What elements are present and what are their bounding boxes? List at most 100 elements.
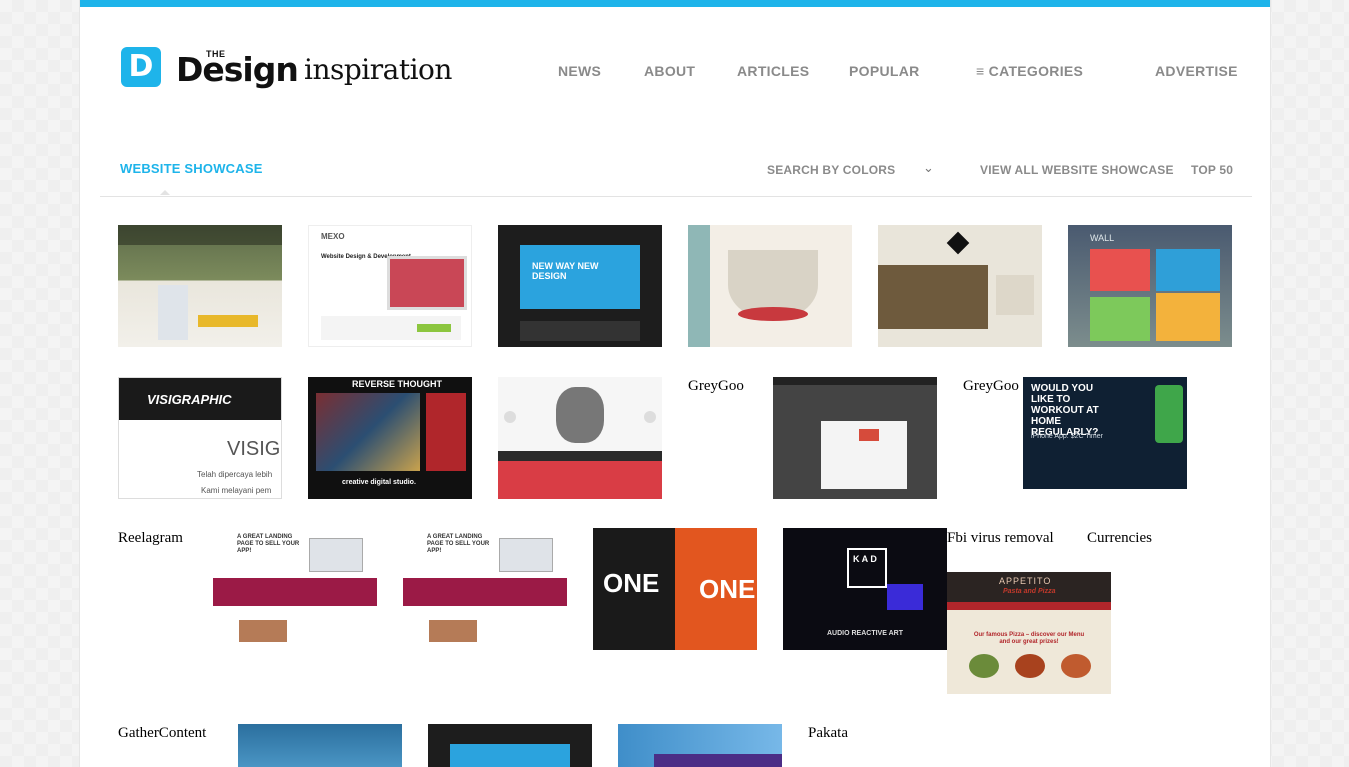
nav-about[interactable]: ABOUT — [644, 63, 695, 79]
thumb-shape — [996, 275, 1034, 315]
showcase-thumb-landing-1[interactable]: A GREAT LANDING PAGE TO SELL YOUR APP! — [213, 528, 377, 650]
thumb-text: Telah dipercaya lebih — [197, 470, 273, 479]
thumb-shape — [1015, 654, 1045, 678]
slider-prev-icon — [504, 411, 516, 423]
showcase-thumb-gathercontent[interactable] — [238, 724, 402, 767]
top-accent-bar — [80, 0, 1270, 7]
thumb-shape — [878, 265, 988, 329]
thumb-shape — [213, 578, 377, 606]
broken-image-label[interactable]: Fbi virus removal — [947, 530, 1054, 547]
thumb-text: WOULD YOU LIKE TO WORKOUT AT HOME REGULA… — [1031, 383, 1099, 438]
showcase-thumb-feel-good[interactable] — [618, 724, 782, 767]
nav-news[interactable]: NEWS — [558, 63, 601, 79]
showcase-thumb-landing-2[interactable]: A GREAT LANDING PAGE TO SELL YOUR APP! — [403, 528, 567, 650]
nav-advertise[interactable]: ADVERTISE — [1155, 63, 1238, 79]
thumb-shape — [239, 620, 287, 642]
thumb-shape — [316, 393, 420, 471]
thumb-shape — [773, 377, 937, 385]
view-all-showcase-link[interactable]: VIEW ALL WEBSITE SHOWCASE — [980, 163, 1174, 177]
showcase-thumb-mexo[interactable]: MEXO Website Design & Development — [308, 225, 472, 347]
broken-image-label[interactable]: Reelagram — [118, 530, 183, 547]
broken-image-label[interactable]: GatherContent — [118, 725, 206, 742]
thumb-shape — [1156, 293, 1220, 341]
thumb-shape — [387, 256, 467, 310]
showcase-thumb-one[interactable]: ONE ONE — [593, 528, 757, 650]
thumb-shape — [198, 315, 258, 327]
thumb-shape — [1023, 489, 1187, 499]
thumb-text: ONE — [603, 568, 660, 598]
thumb-shape — [498, 451, 662, 461]
showcase-subnav: WEBSITE SHOWCASE SEARCH BY COLORS ⌄ VIEW… — [100, 150, 1252, 197]
thumb-shape — [1156, 249, 1220, 291]
thumb-shape — [969, 654, 999, 678]
thumb-shape — [738, 307, 808, 321]
thumb-text: APPETITO — [999, 576, 1052, 586]
broken-image-label[interactable]: GreyGoo — [688, 378, 744, 395]
thumb-text: Kami melayani pem — [201, 486, 272, 495]
showcase-thumb-workout[interactable]: WOULD YOU LIKE TO WORKOUT AT HOME REGULA… — [1023, 377, 1187, 499]
thumb-text: A GREAT LANDING PAGE TO SELL YOUR APP! — [427, 534, 490, 554]
thumb-text: MEXO — [321, 232, 345, 241]
top-50-link[interactable]: TOP 50 — [1191, 163, 1233, 177]
showcase-thumb-visigraphic[interactable]: VISIGRAPHIC VISIGR Telah dipercaya lebih… — [118, 377, 282, 499]
thumb-text: A GREAT LANDING PAGE TO SELL YOUR APP! — [237, 534, 300, 554]
thumb-shape — [417, 324, 451, 332]
thumb-shape — [556, 387, 604, 443]
thumb-text: Pasta and Pizza — [1003, 588, 1056, 595]
logo-design: Design — [176, 50, 299, 89]
thumb-shape — [1090, 297, 1150, 341]
showcase-thumb-dark-office[interactable] — [773, 377, 937, 499]
thumb-shape — [498, 461, 662, 499]
nav-categories[interactable]: ≡ CATEGORIES — [976, 63, 1083, 79]
thumb-shape — [158, 285, 188, 340]
thumb-text: VISIGRAPHIC — [147, 392, 232, 407]
showcase-thumb-wall[interactable]: WALL — [1068, 225, 1232, 347]
thumb-shape — [450, 744, 570, 767]
showcase-thumb-character[interactable] — [498, 377, 662, 499]
thumb-text: Our famous Pizza – discover our Menu and… — [973, 632, 1085, 645]
slider-next-icon — [644, 411, 656, 423]
thumb-shape — [947, 602, 1111, 610]
showcase-thumb-kymbo-2[interactable] — [428, 724, 592, 767]
section-title: WEBSITE SHOWCASE — [120, 161, 263, 176]
broken-image-label[interactable]: Currencies — [1087, 530, 1152, 547]
thumb-shape — [309, 538, 363, 572]
thumb-shape — [1090, 249, 1150, 291]
nav-popular[interactable]: POPULAR — [849, 63, 920, 79]
showcase-thumb-kymbo[interactable]: NEW WAY NEW DESIGN — [498, 225, 662, 347]
chevron-down-icon[interactable]: ⌄ — [923, 160, 934, 176]
logo-d-icon: D — [121, 47, 161, 87]
thumb-shape — [426, 393, 466, 471]
thumb-text: VISIGR — [227, 438, 281, 460]
thumb-text: NEW WAY NEW DESIGN — [532, 261, 599, 281]
showcase-thumb-appetito[interactable]: APPETITO Pasta and Pizza Our famous Pizz… — [947, 572, 1111, 694]
showcase-thumb-digital-art[interactable] — [878, 225, 1042, 347]
search-by-colors-dropdown[interactable]: SEARCH BY COLORS — [767, 163, 895, 177]
thumb-text: K A D — [853, 554, 877, 564]
thumb-shape — [859, 429, 879, 441]
thumb-shape — [499, 538, 553, 572]
thumb-shape — [946, 231, 970, 255]
thumb-text: creative digital studio. — [342, 479, 416, 486]
thumb-shape — [654, 754, 782, 767]
thumb-shape — [1155, 385, 1183, 443]
nav-articles[interactable]: ARTICLES — [737, 63, 809, 79]
thumb-shape — [403, 578, 567, 606]
broken-image-label[interactable]: Pakata — [808, 725, 848, 742]
thumb-text: WALL — [1090, 233, 1115, 243]
thumb-shape — [429, 620, 477, 642]
thumb-shape — [1061, 654, 1091, 678]
showcase-thumb-illustration[interactable] — [688, 225, 852, 347]
thumb-shape — [688, 225, 710, 347]
thumb-shape — [118, 225, 282, 245]
broken-image-label[interactable]: GreyGoo — [963, 378, 1019, 395]
thumb-text: iPhone App: $2C Timer — [1031, 433, 1103, 440]
thumb-text: ONE — [699, 574, 756, 604]
section-title-pointer — [160, 190, 170, 195]
thumb-shape — [887, 584, 923, 610]
showcase-thumb-reverse-thought[interactable]: REVERSE THOUGHT creative digital studio. — [308, 377, 472, 499]
showcase-thumb-kad[interactable]: K A D AUDIO REACTIVE ART — [783, 528, 947, 650]
thumb-text: AUDIO REACTIVE ART — [827, 630, 903, 637]
showcase-thumb-interior[interactable] — [118, 225, 282, 347]
thumb-text: REVERSE THOUGHT — [352, 379, 443, 389]
